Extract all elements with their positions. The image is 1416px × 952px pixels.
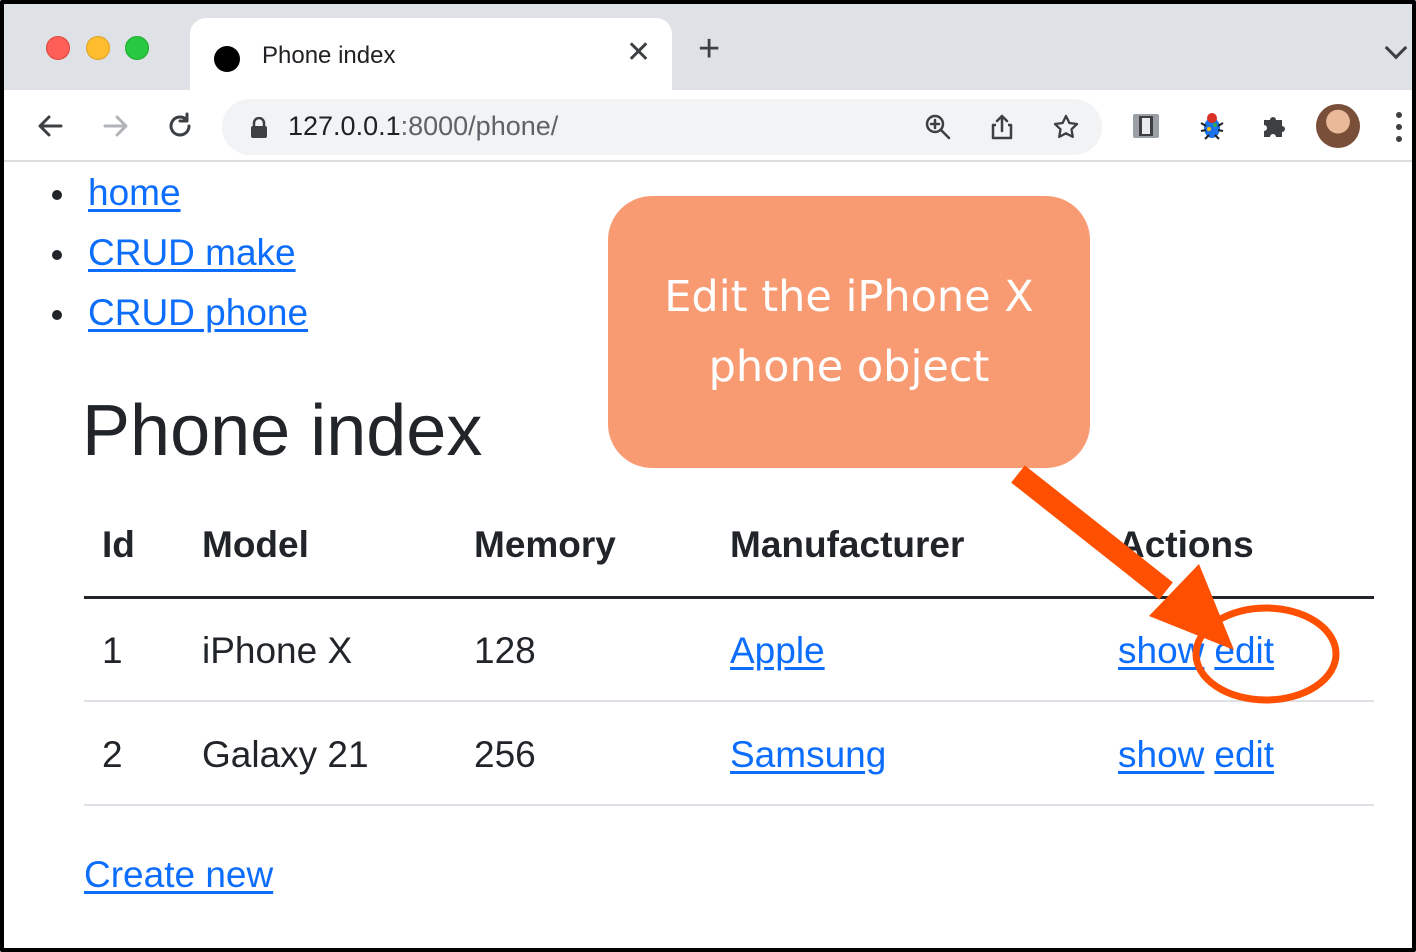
cell-model: Galaxy 21 (202, 734, 369, 775)
cell-model: iPhone X (202, 630, 353, 671)
nav-link-crud-phone[interactable]: CRUD phone (88, 292, 308, 333)
window-minimize-button[interactable] (86, 36, 110, 60)
window-maximize-button[interactable] (125, 36, 149, 60)
row-divider (84, 700, 1374, 702)
nav-link-crud-make[interactable]: CRUD make (88, 232, 296, 273)
cell-actions: show edit (1118, 630, 1274, 672)
tab-close-icon[interactable]: ✕ (626, 38, 651, 68)
header-manufacturer: Manufacturer (730, 524, 965, 565)
address-bar[interactable]: 127.0.0.1:8000/phone/ (222, 99, 1102, 155)
show-link[interactable]: show (1118, 630, 1204, 671)
zoom-icon[interactable] (920, 109, 956, 145)
forward-arrow-icon[interactable] (96, 106, 136, 146)
nav-item-crud-make: CRUD make (48, 232, 308, 292)
site-nav: home CRUD make CRUD phone (48, 172, 308, 352)
show-link[interactable]: show (1118, 734, 1204, 775)
cell-id: 2 (102, 734, 123, 775)
bookmark-star-icon[interactable] (1048, 109, 1084, 145)
cell-memory: 256 (474, 734, 536, 775)
header-actions: Actions (1118, 524, 1254, 565)
header-model: Model (202, 524, 309, 565)
browser-toolbar: 127.0.0.1:8000/phone/ (4, 90, 1412, 162)
tab-search-chevron-icon[interactable] (1384, 36, 1408, 60)
tab-phone-index[interactable]: Phone index ✕ (190, 18, 672, 90)
cell-memory: 128 (474, 630, 536, 671)
profile-avatar[interactable] (1316, 104, 1360, 148)
manufacturer-link[interactable]: Apple (730, 630, 825, 671)
nav-item-crud-phone: CRUD phone (48, 292, 308, 352)
extension-bug-icon[interactable] (1192, 106, 1232, 146)
create-new-link[interactable]: Create new (84, 854, 273, 896)
header-memory: Memory (474, 524, 616, 565)
lock-icon[interactable] (250, 116, 268, 139)
browser-window: Phone index ✕ + 127.0.0.1:8000/phone/ ho… (0, 0, 1416, 952)
extensions-puzzle-icon[interactable] (1254, 106, 1294, 146)
extension-battery-icon[interactable] (1126, 106, 1166, 146)
new-tab-icon[interactable]: + (698, 30, 720, 68)
annotation-callout: Edit the iPhone X phone object (608, 196, 1090, 468)
nav-item-home: home (48, 172, 308, 232)
annotation-text: Edit the iPhone X phone object (639, 262, 1059, 402)
url-text[interactable]: 127.0.0.1:8000/phone/ (288, 111, 558, 142)
window-close-button[interactable] (46, 36, 70, 60)
cell-manufacturer: Apple (730, 630, 825, 672)
tab-title: Phone index (262, 42, 396, 69)
page-title: Phone index (82, 391, 483, 471)
header-id: Id (102, 524, 135, 565)
edit-link[interactable]: edit (1214, 630, 1274, 671)
annotation-line-1: Edit the iPhone X (664, 272, 1034, 322)
favicon-icon (214, 46, 240, 72)
share-icon[interactable] (984, 109, 1020, 145)
annotation-line-2: phone object (708, 342, 990, 392)
row-divider (84, 804, 1374, 806)
browser-menu-icon[interactable] (1396, 112, 1404, 148)
header-divider (84, 596, 1374, 599)
reload-icon[interactable] (160, 106, 200, 146)
manufacturer-link[interactable]: Samsung (730, 734, 886, 775)
edit-link[interactable]: edit (1214, 734, 1274, 775)
back-arrow-icon[interactable] (30, 106, 70, 146)
tab-strip: Phone index ✕ + (4, 4, 1412, 90)
cell-id: 1 (102, 630, 123, 671)
nav-link-home[interactable]: home (88, 172, 181, 213)
cell-manufacturer: Samsung (730, 734, 886, 776)
cell-actions: show edit (1118, 734, 1274, 776)
